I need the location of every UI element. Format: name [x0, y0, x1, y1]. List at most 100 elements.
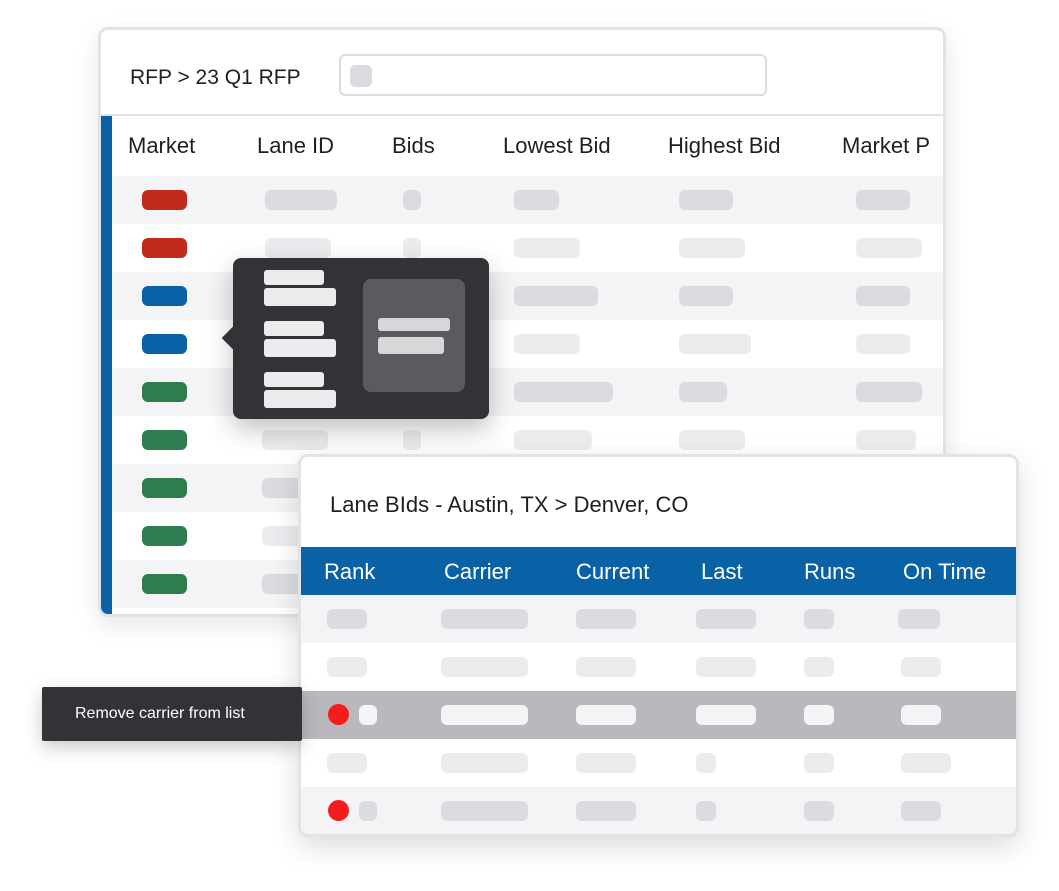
popover-label-line	[264, 372, 324, 387]
carrier-cell	[441, 753, 528, 773]
market-price-cell	[856, 382, 922, 402]
rank-cell	[327, 753, 367, 773]
lane-id-cell	[262, 526, 302, 546]
search-icon	[350, 65, 372, 87]
column-header-on-time[interactable]: On Time	[903, 559, 986, 585]
rank-cell	[327, 609, 367, 629]
market-price-cell	[856, 286, 910, 306]
market-indicator	[142, 574, 187, 594]
market-indicator	[142, 382, 187, 402]
market-price-cell	[856, 190, 910, 210]
highest-bid-cell	[679, 430, 745, 450]
lowest-bid-cell	[514, 190, 559, 210]
lane-bids-header-row: Rank Carrier Current Last Runs On Time	[301, 547, 1016, 595]
last-cell	[696, 705, 756, 725]
popover-value-line	[264, 339, 336, 357]
market-price-cell	[856, 430, 916, 450]
runs-cell	[804, 753, 834, 773]
on-time-cell	[898, 609, 940, 629]
highest-bid-cell	[679, 334, 751, 354]
lane-detail-popover	[221, 258, 489, 419]
rank-cell	[359, 801, 377, 821]
breadcrumb[interactable]: RFP > 23 Q1 RFP	[130, 66, 301, 90]
highest-bid-cell	[679, 238, 745, 258]
carrier-row[interactable]	[301, 643, 1016, 691]
rank-cell	[359, 705, 377, 725]
carrier-cell	[441, 801, 528, 821]
lane-id-cell	[262, 574, 302, 594]
remove-carrier-button[interactable]	[328, 704, 349, 725]
column-header-rank[interactable]: Rank	[324, 559, 375, 585]
popover-action-button[interactable]	[363, 279, 465, 392]
runs-cell	[804, 705, 834, 725]
column-header-highest-bid[interactable]: Highest Bid	[668, 133, 781, 159]
carrier-cell	[441, 609, 528, 629]
lane-bids-title: Lane BIds - Austin, TX > Denver, CO	[330, 492, 689, 517]
popover-label-line	[264, 270, 324, 285]
carrier-row[interactable]	[301, 739, 1016, 787]
remove-carrier-button[interactable]	[328, 800, 349, 821]
last-cell	[696, 801, 716, 821]
search-input[interactable]	[339, 54, 767, 96]
lane-id-cell	[265, 238, 331, 258]
carrier-cell	[441, 657, 528, 677]
lane-bids-window: Lane BIds - Austin, TX > Denver, CO Rank…	[298, 454, 1019, 837]
on-time-cell	[901, 657, 941, 677]
carrier-row[interactable]	[301, 787, 1016, 834]
popover-value-line	[264, 288, 336, 306]
current-cell	[576, 705, 636, 725]
popover-label-line	[264, 321, 324, 336]
rank-cell	[327, 657, 367, 677]
bids-cell	[403, 190, 421, 210]
runs-cell	[804, 609, 834, 629]
lane-id-cell	[262, 430, 328, 450]
column-header-current[interactable]: Current	[576, 559, 649, 585]
remove-carrier-tooltip: Remove carrier from list	[42, 687, 302, 741]
popover-action-line	[378, 318, 450, 331]
on-time-cell	[901, 801, 941, 821]
lowest-bid-cell	[514, 286, 598, 306]
lowest-bid-cell	[514, 382, 613, 402]
table-row[interactable]	[112, 176, 943, 224]
bids-cell	[403, 430, 421, 450]
column-header-market[interactable]: Market	[128, 133, 195, 159]
market-indicator	[142, 526, 187, 546]
current-cell	[576, 801, 636, 821]
lane-id-cell	[262, 478, 302, 498]
highest-bid-cell	[679, 286, 733, 306]
popover-value-line	[264, 390, 336, 408]
current-cell	[576, 753, 636, 773]
market-indicator	[142, 238, 187, 258]
lowest-bid-cell	[514, 334, 580, 354]
current-cell	[576, 609, 636, 629]
column-header-runs[interactable]: Runs	[804, 559, 855, 585]
lane-id-cell	[265, 190, 337, 210]
highest-bid-cell	[679, 190, 733, 210]
highest-bid-cell	[679, 382, 727, 402]
market-indicator	[142, 190, 187, 210]
runs-cell	[804, 657, 834, 677]
column-header-lowest-bid[interactable]: Lowest Bid	[503, 133, 611, 159]
lowest-bid-cell	[514, 430, 592, 450]
carrier-cell	[441, 705, 528, 725]
last-cell	[696, 657, 756, 677]
on-time-cell	[901, 705, 941, 725]
column-header-last[interactable]: Last	[701, 559, 743, 585]
current-cell	[576, 657, 636, 677]
market-indicator	[142, 334, 187, 354]
market-indicator	[142, 286, 187, 306]
market-indicator	[142, 478, 187, 498]
rfp-header: RFP > 23 Q1 RFP	[101, 30, 943, 116]
column-header-carrier[interactable]: Carrier	[444, 559, 511, 585]
market-price-cell	[856, 334, 910, 354]
column-header-bids[interactable]: Bids	[392, 133, 435, 159]
column-header-market-p[interactable]: Market P	[842, 133, 930, 159]
column-header-lane-id[interactable]: Lane ID	[257, 133, 334, 159]
carrier-row[interactable]	[301, 595, 1016, 643]
carrier-row-selected[interactable]	[301, 691, 1016, 739]
runs-cell	[804, 801, 834, 821]
last-cell	[696, 609, 756, 629]
on-time-cell	[901, 753, 951, 773]
market-price-cell	[856, 238, 922, 258]
selection-accent-bar	[101, 116, 112, 614]
